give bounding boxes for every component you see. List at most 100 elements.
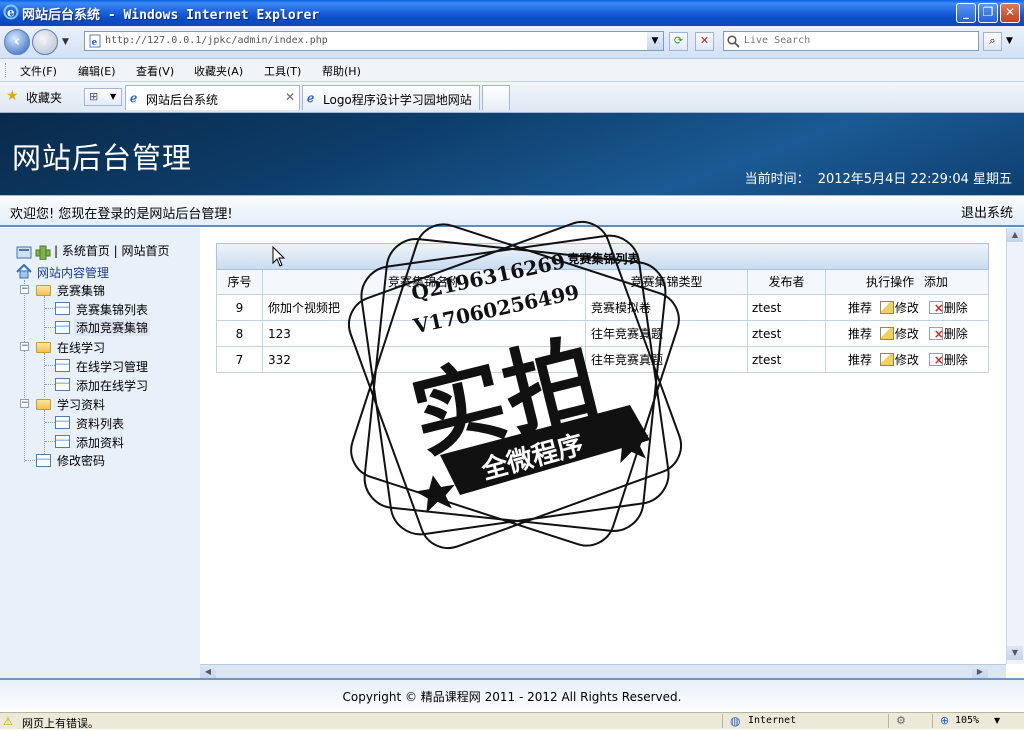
edit-link[interactable]: 修改 <box>879 353 919 367</box>
sidebar-group-contest[interactable]: 竞赛集锦 <box>57 282 105 299</box>
watermark-stamp: Q2196316269 V17060256499 实拍 全微程序 <box>330 205 700 565</box>
tab-admin[interactable]: ℯ 网站后台系统 ✕ <box>125 85 300 110</box>
folder-icon <box>36 342 51 353</box>
delete-link[interactable]: 删除 <box>928 327 968 341</box>
tree-line <box>45 384 55 385</box>
actions-label: 执行操作 <box>866 275 915 289</box>
menu-help[interactable]: 帮助(H) <box>322 63 361 79</box>
page-icon <box>55 302 70 315</box>
welcome-text: 欢迎您! 您现在登录的是网站后台管理! <box>10 207 233 222</box>
collapse-toggle-icon[interactable]: − <box>20 285 29 294</box>
zoom-dropdown-icon[interactable]: ▼ <box>994 716 1000 725</box>
forward-button[interactable]: › <box>32 29 58 55</box>
home-icon <box>16 264 32 279</box>
menu-favorites[interactable]: 收藏夹(A) <box>194 63 243 79</box>
stop-icon[interactable]: ✕ <box>695 32 714 51</box>
page-icon: e <box>89 34 101 48</box>
tree-line <box>44 296 45 340</box>
sidebar-group-materials[interactable]: 学习资料 <box>57 396 105 413</box>
collapse-toggle-icon[interactable]: − <box>20 399 29 408</box>
tab-list-dropdown-icon: ▼ <box>110 92 117 101</box>
edit-link[interactable]: 修改 <box>879 301 919 315</box>
sidebar-item-add-learning[interactable]: 添加在线学习 <box>76 377 148 394</box>
recommend-link[interactable]: 推荐 <box>848 353 872 367</box>
tab-logo-site[interactable]: ℯ Logo程序设计学习园地网站 <box>302 85 480 110</box>
sidebar-item-material-list[interactable]: 资料列表 <box>76 415 124 432</box>
recommend-link[interactable]: 推荐 <box>848 301 872 315</box>
new-tab-button[interactable] <box>482 85 510 110</box>
close-button[interactable]: ✕ <box>1000 3 1020 23</box>
menu-view[interactable]: 查看(V) <box>136 63 174 79</box>
sidebar-item-add-material[interactable]: 添加资料 <box>76 434 124 451</box>
ie-logo-icon: e <box>3 4 19 20</box>
sidebar-item-contest-list[interactable]: 竞赛集锦列表 <box>76 301 148 318</box>
zoom-icon[interactable]: ⊕ <box>940 714 949 727</box>
sidebar-root[interactable]: 网站内容管理 <box>37 264 109 281</box>
address-dropdown-icon[interactable]: ▼ <box>647 32 663 50</box>
edit-icon <box>879 327 894 340</box>
recommend-link[interactable]: 推荐 <box>848 327 872 341</box>
collapse-toggle-icon[interactable]: − <box>20 342 29 351</box>
tree-line <box>45 365 55 366</box>
folder-icon <box>36 285 51 296</box>
delete-icon <box>928 353 944 366</box>
minimize-button[interactable]: _ <box>956 3 976 23</box>
protected-mode-icon[interactable]: ⚙ <box>896 714 906 727</box>
menu-edit[interactable]: 编辑(E) <box>78 63 116 79</box>
top-links[interactable]: | 系统首页 | 网站首页 <box>54 242 170 259</box>
mouse-cursor-icon <box>272 246 286 267</box>
vertical-scrollbar[interactable]: ▲ ▼ <box>1006 228 1024 664</box>
window-title-bar[interactable]: e 网站后台系统 - Windows Internet Explorer _ ❐… <box>0 0 1024 26</box>
back-button[interactable]: ‹ <box>4 29 30 55</box>
search-go-icon[interactable]: ⌕ <box>983 32 1002 51</box>
menu-file[interactable]: 文件(F) <box>20 63 57 79</box>
scroll-up-icon[interactable]: ▲ <box>1007 228 1023 242</box>
quick-tabs-button[interactable]: ⊞ ▼ <box>84 88 122 106</box>
add-link[interactable]: 添加 <box>924 275 948 289</box>
address-input[interactable]: http://127.0.0.1/jpkc/admin/index.php <box>105 35 328 46</box>
table-cell-id: 8 <box>216 321 263 347</box>
zoom-level[interactable]: 105% <box>955 715 979 726</box>
live-search-icon <box>727 35 740 48</box>
warning-icon[interactable]: ⚠ <box>3 715 13 728</box>
folder-icon <box>36 399 51 410</box>
menu-grip <box>5 63 9 77</box>
site-title: 网站后台管理 <box>12 141 193 175</box>
tree-line <box>25 460 35 461</box>
tab-close-icon[interactable]: ✕ <box>285 90 295 104</box>
history-dropdown-icon[interactable]: ▼ <box>62 37 69 47</box>
sidebar-item-learning-manage[interactable]: 在线学习管理 <box>76 358 148 375</box>
tab-ie-icon: ℯ <box>130 91 138 105</box>
refresh-icon[interactable]: ⟳ <box>669 32 688 51</box>
favorites-button[interactable]: 收藏夹 <box>26 89 62 106</box>
address-bar[interactable]: e http://127.0.0.1/jpkc/admin/index.php … <box>84 31 664 51</box>
search-options-icon[interactable]: ▼ <box>1006 36 1013 46</box>
svg-text:e: e <box>92 38 98 48</box>
delete-link[interactable]: 删除 <box>928 301 968 315</box>
scroll-right-icon[interactable]: ▶ <box>972 665 988 679</box>
time-value: 2012年5月4日 22:29:04 星期五 <box>817 172 1012 187</box>
page-footer: Copyright © 精品课程网 2011 - 2012 All Rights… <box>0 678 1024 712</box>
menu-tools[interactable]: 工具(T) <box>264 63 301 79</box>
page-icon <box>55 359 70 372</box>
tree-line <box>44 410 45 454</box>
table-cell-id: 9 <box>216 295 263 321</box>
search-input[interactable]: Live Search <box>744 35 810 46</box>
sidebar-item-change-password[interactable]: 修改密码 <box>57 452 105 469</box>
tab-ie-icon: ℯ <box>307 91 315 105</box>
delete-link[interactable]: 删除 <box>928 353 968 367</box>
delete-icon <box>928 327 944 340</box>
favorites-star-icon[interactable]: ★ <box>6 88 19 104</box>
restore-button[interactable]: ❐ <box>978 3 998 23</box>
horizontal-scrollbar[interactable]: ◀ ▶ <box>200 664 1006 679</box>
logout-link[interactable]: 退出系统 <box>961 202 1013 221</box>
scroll-down-icon[interactable]: ▼ <box>1007 646 1023 660</box>
sidebar-item-add-contest[interactable]: 添加竞赛集锦 <box>74 319 151 336</box>
edit-link[interactable]: 修改 <box>879 327 919 341</box>
tree-line <box>45 422 55 423</box>
page-icon <box>55 378 70 391</box>
sidebar-group-online-learning[interactable]: 在线学习 <box>57 339 105 356</box>
delete-icon <box>928 301 944 314</box>
search-box[interactable]: Live Search <box>723 31 979 51</box>
scroll-left-icon[interactable]: ◀ <box>200 665 216 679</box>
